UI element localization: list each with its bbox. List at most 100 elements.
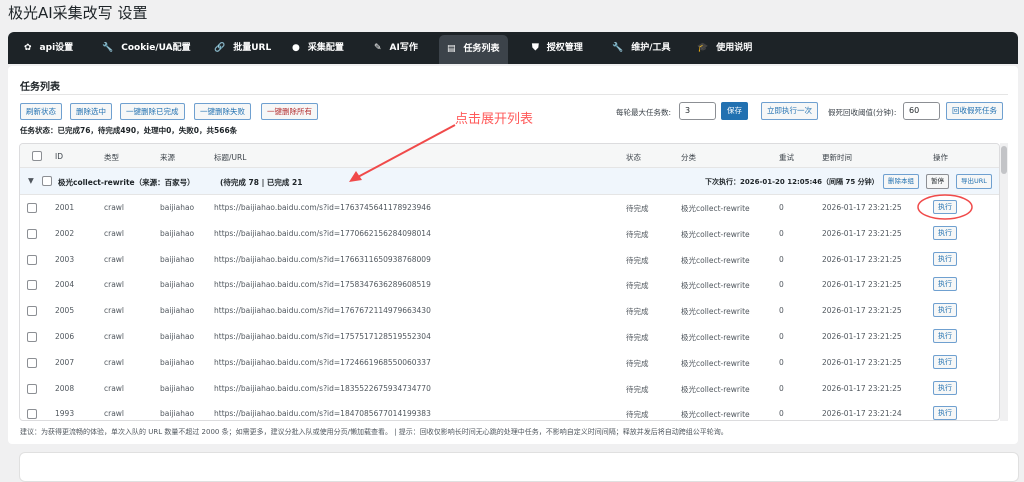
scrollbar[interactable] xyxy=(1000,143,1008,421)
row-checkbox[interactable] xyxy=(27,409,37,420)
row-checkbox[interactable] xyxy=(27,254,37,265)
group-counts: (待完成 78 | 已完成 21 xyxy=(220,178,303,187)
cell-source: baijiahao xyxy=(160,306,195,316)
scrollbar-thumb[interactable] xyxy=(1001,146,1007,174)
table-row: 2005 crawl baijiahao https://baijiahao.baid… xyxy=(20,298,999,324)
delete-group-button[interactable]: 删除本组 xyxy=(883,174,919,189)
tab-6[interactable]: ⛊ 授权管理 xyxy=(524,32,591,64)
cell-url: https://baijiahao.baidu.com/s?id=1835522… xyxy=(214,383,431,393)
delete-selected-button[interactable]: 删除选中 xyxy=(70,103,112,120)
cell-updated: 2026-01-17 23:21:25 xyxy=(822,306,902,316)
expand-toggle-icon[interactable]: ▼ xyxy=(28,176,34,185)
group-name: 极光collect-rewrite（来源：百家号） xyxy=(58,178,195,187)
cell-source: baijiahao xyxy=(160,332,195,341)
divider xyxy=(20,94,1008,95)
execute-button[interactable]: 执行 xyxy=(933,251,957,266)
execute-button[interactable]: 执行 xyxy=(933,406,957,420)
refresh-status-button[interactable]: 刷新状态 xyxy=(20,103,62,120)
delete-all-button[interactable]: 一键删除所有 xyxy=(261,103,318,120)
execute-button[interactable]: 执行 xyxy=(933,354,957,369)
cell-id: 1993 xyxy=(55,409,75,419)
header-status: 状态 xyxy=(626,153,641,162)
cell-source: baijiahao xyxy=(160,383,195,393)
cell-status: 待完成 xyxy=(626,358,649,368)
row-checkbox[interactable] xyxy=(27,280,37,291)
task-status-summary: 任务状态：已完成76，待完成490，处理中0，失败0，共566条 xyxy=(20,126,238,135)
tab-2[interactable]: 🔗 批量URL xyxy=(206,32,279,64)
cell-category: 极光collect-rewrite xyxy=(681,204,750,213)
cell-id: 2008 xyxy=(55,383,75,393)
delete-completed-button[interactable]: 一键删除已完成 xyxy=(120,103,185,120)
cell-id: 2007 xyxy=(55,357,75,367)
cell-status: 待完成 xyxy=(626,229,649,239)
cell-id: 2003 xyxy=(55,254,75,264)
execute-button[interactable]: 执行 xyxy=(933,303,957,318)
row-checkbox[interactable] xyxy=(27,228,37,239)
table-row: 2002 crawl baijiahao https://baijiahao.baid… xyxy=(20,221,999,247)
header-updated: 更新时间 xyxy=(822,153,852,162)
annotation-text: 点击展开列表 xyxy=(455,112,534,127)
tab-0[interactable]: ✿ api设置 xyxy=(16,32,81,64)
execute-button[interactable]: 执行 xyxy=(933,277,957,292)
cell-status: 待完成 xyxy=(626,281,649,291)
cell-retry: 0 xyxy=(779,280,784,290)
cell-category: 极光collect-rewrite xyxy=(681,281,750,291)
cell-url: https://baijiahao.baidu.com/s?id=1847085… xyxy=(214,409,431,419)
row-checkbox[interactable] xyxy=(27,203,37,213)
export-url-button[interactable]: 导出URL xyxy=(956,174,992,189)
cell-updated: 2026-01-17 23:21:25 xyxy=(822,254,902,264)
max-tasks-label: 每轮最大任务数: xyxy=(616,108,672,117)
tab-8[interactable]: 🎓 使用说明 xyxy=(689,32,760,64)
max-tasks-input[interactable]: 3 xyxy=(679,102,716,120)
pause-button[interactable]: 暂停 xyxy=(926,174,949,189)
cell-type: crawl xyxy=(104,306,125,316)
tab-7[interactable]: 🔧 维护/工具 xyxy=(604,32,679,64)
row-checkbox[interactable] xyxy=(27,332,37,342)
cell-type: crawl xyxy=(104,332,125,341)
execute-button[interactable]: 执行 xyxy=(933,225,957,240)
group-checkbox[interactable] xyxy=(42,176,52,186)
tab-label: 使用说明 xyxy=(716,43,753,53)
select-all-checkbox[interactable] xyxy=(32,151,42,161)
globe-icon: ● xyxy=(292,43,300,53)
delete-failed-button[interactable]: 一键删除失败 xyxy=(194,103,251,120)
cell-type: crawl xyxy=(104,280,125,290)
tab-5[interactable]: ▤ 任务列表 xyxy=(439,35,508,64)
tab-label: 授权管理 xyxy=(546,43,583,53)
execute-button[interactable]: 执行 xyxy=(933,200,957,214)
cell-status: 待完成 xyxy=(626,204,649,213)
header-actions: 操作 xyxy=(933,153,948,162)
cell-url: https://baijiahao.baidu.com/s?id=1766311… xyxy=(214,254,431,264)
cell-updated: 2026-01-17 23:21:25 xyxy=(822,383,902,393)
table-row: 2007 crawl baijiahao https://baijiahao.baid… xyxy=(20,350,999,376)
graduation-cap-icon: 🎓 xyxy=(697,43,709,53)
tab-4[interactable]: ✎ AI写作 xyxy=(366,32,426,64)
execute-button[interactable]: 执行 xyxy=(933,329,957,343)
tab-3[interactable]: ● 采集配置 xyxy=(284,32,352,64)
tab-1[interactable]: 🔧 Cookie/UA配置 xyxy=(94,32,199,64)
tab-label: AI写作 xyxy=(389,43,418,53)
row-checkbox[interactable] xyxy=(27,383,37,394)
task-table: ID 类型 来源 标题/URL 状态 分类 重试 更新时间 操作 ▼ 极光col… xyxy=(19,143,1000,421)
run-now-button[interactable]: 立即执行一次 xyxy=(761,102,818,120)
cell-url: https://baijiahao.baidu.com/s?id=1758347… xyxy=(214,280,431,290)
table-row: 2006 crawl baijiahao https://baijiahao.baid… xyxy=(20,324,999,350)
row-checkbox[interactable] xyxy=(27,357,37,368)
cell-category: 极光collect-rewrite xyxy=(681,358,750,368)
card-title: 任务列表 xyxy=(20,82,60,93)
task-group-row[interactable]: ▼ 极光collect-rewrite（来源：百家号） (待完成 78 | 已完… xyxy=(20,168,999,195)
header-retry: 重试 xyxy=(779,153,794,162)
hint-note: 建议：为获得更流畅的体验，单次入队的 URL 数量不超过 2000 条；如需更多… xyxy=(20,428,728,436)
reclaim-dead-button[interactable]: 回收假死任务 xyxy=(946,102,1003,120)
save-button[interactable]: 保存 xyxy=(721,102,748,120)
tab-label: 采集配置 xyxy=(307,43,344,53)
cell-id: 2006 xyxy=(55,332,75,341)
cell-type: crawl xyxy=(104,228,125,238)
tab-label: Cookie/UA配置 xyxy=(121,43,191,53)
cell-type: crawl xyxy=(104,203,125,212)
cell-url: https://baijiahao.baidu.com/s?id=1757517… xyxy=(214,332,431,341)
dead-threshold-input[interactable]: 60 xyxy=(903,102,940,120)
execute-button[interactable]: 执行 xyxy=(933,380,957,395)
dead-threshold-label: 假死回收阈值(分钟): xyxy=(828,108,897,117)
row-checkbox[interactable] xyxy=(27,306,37,317)
